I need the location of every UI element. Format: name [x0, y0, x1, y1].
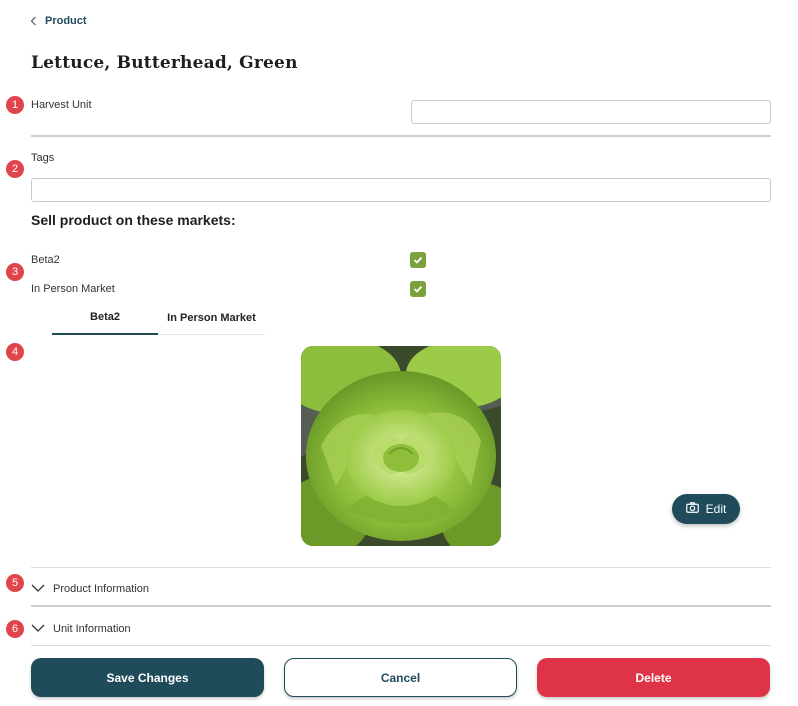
edit-image-label: Edit	[705, 502, 727, 516]
accordion-label: Product Information	[53, 583, 149, 595]
accordion-divider	[31, 567, 771, 568]
tags-label: Tags	[31, 152, 55, 164]
annotation-marker-5: 5	[6, 574, 24, 592]
cancel-button[interactable]: Cancel	[284, 658, 517, 697]
section-divider	[31, 135, 771, 137]
accordion-unit-information[interactable]: Unit Information	[31, 619, 771, 639]
annotation-marker-1: 1	[6, 96, 24, 114]
market-checkbox-in-person[interactable]	[410, 281, 426, 297]
annotation-marker-2: 2	[6, 160, 24, 178]
breadcrumb-label: Product	[45, 15, 87, 27]
product-image	[301, 346, 501, 546]
annotation-marker-6: 6	[6, 620, 24, 638]
delete-button[interactable]: Delete	[537, 658, 770, 697]
breadcrumb-back-link[interactable]: Product	[30, 13, 87, 29]
chevron-down-icon	[31, 623, 45, 635]
edit-image-button[interactable]: Edit	[672, 494, 740, 524]
market-label-beta2: Beta2	[31, 254, 60, 266]
page-title: Lettuce, Butterhead, Green	[31, 53, 298, 73]
market-label-in-person: In Person Market	[31, 283, 115, 295]
annotation-marker-3: 3	[6, 263, 24, 281]
chevron-left-icon	[30, 16, 37, 26]
markets-heading: Sell product on these markets:	[31, 212, 236, 228]
accordion-product-information[interactable]: Product Information	[31, 579, 771, 599]
accordion-label: Unit Information	[53, 623, 131, 635]
accordion-divider	[31, 605, 771, 607]
checkmark-icon	[413, 251, 423, 269]
tab-beta2[interactable]: Beta2	[52, 301, 158, 335]
save-changes-button[interactable]: Save Changes	[31, 658, 264, 697]
tab-in-person-market[interactable]: In Person Market	[158, 301, 265, 335]
harvest-unit-label: Harvest Unit	[31, 99, 92, 111]
market-checkbox-beta2[interactable]	[410, 252, 426, 268]
tags-input[interactable]	[31, 178, 771, 202]
annotation-marker-4: 4	[6, 343, 24, 361]
checkmark-icon	[413, 280, 423, 298]
harvest-unit-input[interactable]	[411, 100, 771, 124]
camera-icon	[685, 502, 699, 516]
accordion-divider	[31, 645, 771, 646]
chevron-down-icon	[31, 583, 45, 595]
